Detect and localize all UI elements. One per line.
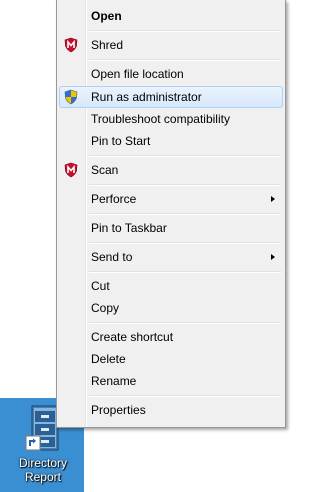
desktop-icon-label: Directory Report [19,456,67,484]
menu-item-label: Troubleshoot compatibility [91,112,230,126]
menu-item-label: Rename [91,374,137,388]
menu-item-label: Create shortcut [91,330,174,344]
menu-item-label: Copy [91,301,120,315]
submenu-arrow-icon [271,196,275,202]
menu-separator [89,184,281,186]
context-menu: Open Shred Open file location Run as adm… [56,0,286,428]
uac-shield-icon [63,89,79,105]
menu-item-run-as-administrator[interactable]: Run as administrator [59,86,283,108]
menu-item-properties[interactable]: Properties [59,399,283,421]
menu-separator [89,213,281,215]
menu-item-label: Scan [91,163,119,177]
menu-separator [89,59,281,61]
desktop-icon-label-line1: Directory [18,456,67,470]
menu-item-scan[interactable]: Scan [59,159,283,181]
menu-item-label: Shred [91,38,124,52]
menu-item-open[interactable]: Open [59,5,283,27]
menu-item-label: Delete [91,352,126,366]
menu-item-create-shortcut[interactable]: Create shortcut [59,326,283,348]
menu-item-send-to[interactable]: Send to [59,246,283,268]
menu-item-label: Properties [91,403,146,417]
menu-separator [89,322,281,324]
menu-item-delete[interactable]: Delete [59,348,283,370]
menu-item-perforce[interactable]: Perforce [59,188,283,210]
menu-item-copy[interactable]: Copy [59,297,283,319]
desktop-icon-label-line2: Report [24,470,61,484]
menu-item-label: Open file location [91,67,184,81]
menu-item-pin-to-taskbar[interactable]: Pin to Taskbar [59,217,283,239]
menu-item-label: Pin to Start [91,134,151,148]
menu-item-open-file-location[interactable]: Open file location [59,63,283,85]
menu-separator [89,155,281,157]
mcafee-shield-icon [63,162,79,178]
menu-item-rename[interactable]: Rename [59,370,283,392]
menu-item-pin-to-start[interactable]: Pin to Start [59,130,283,152]
menu-separator [89,271,281,273]
menu-item-label: Pin to Taskbar [91,221,167,235]
mcafee-shield-icon [63,37,79,53]
menu-separator [89,242,281,244]
menu-item-troubleshoot-compatibility[interactable]: Troubleshoot compatibility [59,108,283,130]
menu-separator [89,30,281,32]
submenu-arrow-icon [271,254,275,260]
menu-separator [89,395,281,397]
menu-item-label: Send to [91,250,133,264]
menu-item-cut[interactable]: Cut [59,275,283,297]
menu-item-label: Cut [91,279,110,293]
menu-item-label: Run as administrator [91,90,202,104]
menu-item-shred[interactable]: Shred [59,34,283,56]
menu-item-label: Perforce [91,192,137,206]
menu-item-label: Open [91,9,122,23]
